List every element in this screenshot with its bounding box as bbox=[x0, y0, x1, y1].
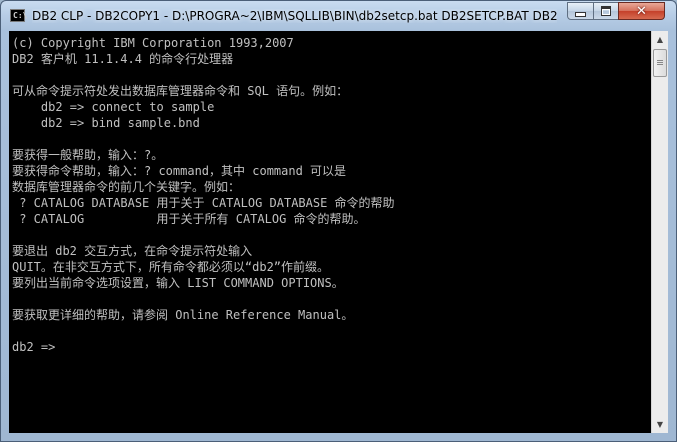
maximize-button[interactable] bbox=[593, 2, 619, 20]
console-line: db2 => bind sample.bnd bbox=[12, 116, 200, 130]
console-output[interactable]: (c) Copyright IBM Corporation 1993,2007 D… bbox=[9, 31, 651, 433]
minimize-icon bbox=[575, 11, 586, 17]
window-title: DB2 CLP - DB2COPY1 - D:\PROGRA~2\IBM\SQL… bbox=[32, 9, 557, 23]
console-line: 要退出 db2 交互方式，在命令提示符处输入 bbox=[12, 244, 253, 258]
console-line: 要获得命令帮助，输入：? command，其中 command 可以是 bbox=[12, 164, 347, 178]
thumb-grip-line bbox=[657, 64, 663, 65]
console-line: 数据库管理器命令的前几个关键字。例如： bbox=[12, 180, 241, 194]
console-line: ? CATALOG DATABASE 用于关于 CATALOG DATABASE… bbox=[12, 196, 395, 210]
console-line: QUIT。在非交互方式下，所有命令都必须以“db2”作前缀。 bbox=[12, 260, 330, 274]
console-window: C:\ DB2 CLP - DB2COPY1 - D:\PROGRA~2\IBM… bbox=[0, 0, 677, 442]
console-line: 可从命令提示符处发出数据库管理器命令和 SQL 语句。例如： bbox=[12, 84, 349, 98]
scroll-down-arrow-icon[interactable]: ▼ bbox=[652, 416, 668, 433]
scrollbar-thumb[interactable] bbox=[653, 49, 667, 77]
console-line: db2 => bbox=[12, 340, 56, 354]
thumb-grip-line bbox=[657, 60, 663, 61]
scroll-up-arrow-icon[interactable]: ▲ bbox=[652, 31, 668, 48]
close-button[interactable]: ✕ bbox=[618, 2, 665, 20]
console-line: 要获取更详细的帮助，请参阅 Online Reference Manual。 bbox=[12, 308, 354, 322]
command-prompt-icon-text: C:\ bbox=[13, 11, 28, 20]
minimize-button[interactable] bbox=[567, 2, 594, 20]
console-line: (c) Copyright IBM Corporation 1993,2007 bbox=[12, 36, 294, 50]
maximize-icon bbox=[601, 6, 611, 16]
command-prompt-icon[interactable]: C:\ bbox=[10, 9, 28, 22]
console-line: ? CATALOG 用于关于所有 CATALOG 命令的帮助。 bbox=[12, 212, 366, 226]
console-line: 要列出当前命令选项设置，输入 LIST COMMAND OPTIONS。 bbox=[12, 276, 344, 290]
console-line: db2 => connect to sample bbox=[12, 100, 215, 114]
vertical-scrollbar[interactable]: ▲ ▼ bbox=[651, 31, 668, 433]
thumb-grip-line bbox=[657, 62, 663, 63]
console-line: DB2 客户机 11.1.4.4 的命令行处理器 bbox=[12, 52, 234, 66]
console-line: 要获得一般帮助，输入：?。 bbox=[12, 148, 164, 162]
title-bar[interactable]: C:\ DB2 CLP - DB2COPY1 - D:\PROGRA~2\IBM… bbox=[1, 1, 676, 31]
close-icon: ✕ bbox=[636, 3, 647, 19]
